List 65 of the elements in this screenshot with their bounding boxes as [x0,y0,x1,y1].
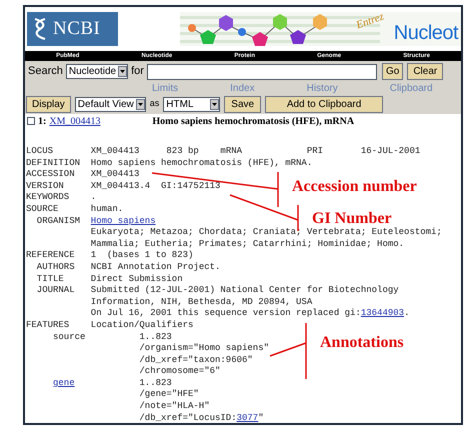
field-value: XM_004413.4 GI:14752113 [90,180,220,192]
search-label: Search [28,64,63,80]
field-value: Location/Qualifiers [90,320,194,332]
leader-line [270,323,307,379]
field-label: JOURNAL [36,285,75,297]
for-label: for [131,64,144,80]
field-value: 1 (bases 1 to 823) [90,250,194,262]
value-link[interactable]: Homo sapiens [90,216,156,228]
database-select[interactable]: Nucleotide [66,64,128,79]
helix-icon [33,17,47,41]
field-value: /gene="HFE" [139,389,199,402]
field-label: ORGANISM [36,216,80,228]
field-label: FEATURES [26,320,70,332]
field-label: LOCUS [26,146,54,158]
field-value: XM_004413 [90,169,140,181]
field-value: /db_xref="taxon:9606" [139,354,253,366]
field-label: SOURCE [26,204,58,216]
record-number: 1: [38,114,46,128]
field-value: On Jul 16, 2001 this sequence version replaced gi:13644903. [90,308,410,320]
annotation-label: GI Number [312,210,392,228]
field-label: VERSION [26,180,64,192]
add-to-clipboard-button[interactable]: Add to Clipboard [265,96,384,112]
field-value: Mammalia; Eutheria; Primates; Catarrhini; Hominidae; Homo. [90,238,404,250]
field-value: XM_004413 823 bp mRNA PRI 16-JUL-2001 [90,146,420,158]
save-button[interactable]: Save [224,96,262,112]
logo-text: NCBI [53,16,100,41]
field-value: /note="HLA-H" [139,401,210,413]
clear-button[interactable]: Clear [407,63,444,80]
view-select[interactable]: Default View [74,96,146,112]
field-value: NCBI Annotation Project. [90,262,220,274]
field-value: /db_xref="LocusID:3077" [139,412,264,423]
field-value: Information, NIH, Bethesda, MD 20894, USA [90,296,312,308]
field-label: DEFINITION [26,158,80,170]
field-label: KEYWORDS [26,192,70,204]
record-title: Homo sapiens hemochromatosis (HFE), mRNA [152,114,354,128]
field-value: . [90,192,96,204]
banner-title: Entrez [354,10,386,34]
field-label: REFERENCE [26,250,75,262]
accession-link[interactable]: XM_004413 [49,114,150,128]
field-value: /organism="Homo sapiens" [139,343,270,355]
field-value: /chromosome="6" [139,366,220,378]
field-value: 1..823 [139,332,172,344]
as-label: as [150,97,160,110]
field-label: AUTHORS [36,262,75,274]
search-field[interactable] [146,64,377,80]
value-link[interactable]: 13644903 [360,308,404,318]
go-button[interactable]: Go [382,63,404,80]
field-label: TITLE [36,274,64,286]
format-select[interactable]: HTML [163,96,220,112]
field-value: Homo sapiens hemochromatosis (HFE), mRNA. [90,158,312,170]
banner-subtitle: Nucleot [394,21,458,45]
feature-link[interactable]: gene [53,378,75,390]
field-value: Direct Submission [90,274,183,286]
field-value: 1..823 [139,378,172,390]
ncbi-logo[interactable]: NCBI [27,12,118,46]
field-label: ACCESSION [26,169,75,181]
field-value: Submitted (12-JUL-2001) National Center for Biotechnology [90,285,399,297]
value-link[interactable]: 3077 [236,412,258,423]
field-label: source [53,332,86,344]
field-value: Eukaryota; Metazoa; Chordata; Craniata; Vertebrata; Euteleostomi; [90,227,442,239]
display-button[interactable]: Display [26,96,71,112]
annotation-label: Annotations [320,334,404,352]
field-value: human. [90,204,124,216]
record-checkbox[interactable] [27,117,35,125]
annotation-label: Accession number [292,178,417,196]
